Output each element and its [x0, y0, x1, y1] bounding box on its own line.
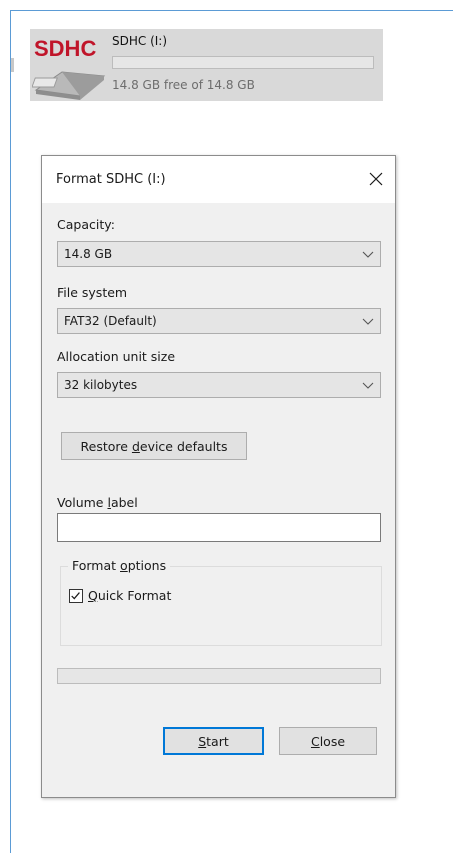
drive-name: SDHC (I:) — [112, 34, 168, 48]
volume-label-caption: Volume label — [57, 495, 138, 510]
file-system-select[interactable]: FAT32 (Default) — [57, 308, 381, 334]
close-icon[interactable] — [361, 164, 391, 194]
capacity-select[interactable]: 14.8 GB — [57, 241, 381, 267]
close-button[interactable]: Close — [279, 727, 377, 755]
start-button[interactable]: Start — [163, 727, 264, 755]
quick-format-label[interactable]: Quick Format — [88, 588, 171, 603]
file-system-value: FAT32 (Default) — [64, 314, 157, 328]
format-dialog: Format SDHC (I:) Capacity: 14.8 GB File … — [41, 155, 396, 798]
format-options-legend: Format options — [68, 558, 171, 573]
chevron-down-icon — [362, 382, 374, 389]
allocation-unit-select[interactable]: 32 kilobytes — [57, 372, 381, 398]
sd-card-drive-icon: SDHC — [32, 36, 106, 100]
allocation-unit-value: 32 kilobytes — [64, 378, 138, 392]
window-border-left — [10, 10, 11, 853]
volume-label-input[interactable] — [57, 513, 381, 542]
format-progress-bar — [57, 668, 381, 684]
quick-format-checkbox[interactable] — [69, 589, 83, 603]
chevron-down-icon — [362, 251, 374, 258]
dialog-title: Format SDHC (I:) — [56, 172, 166, 187]
checkmark-icon — [71, 592, 80, 600]
allocation-unit-label: Allocation unit size — [57, 349, 176, 364]
drive-tile[interactable]: SDHC SDHC (I:) 14.8 GB free of 14.8 GB — [30, 29, 383, 101]
capacity-label: Capacity: — [57, 217, 115, 232]
format-options-group — [60, 566, 382, 646]
drive-usage-bar — [112, 56, 374, 69]
restore-defaults-button[interactable]: Restore device defaults — [61, 432, 247, 460]
file-system-label: File system — [57, 285, 128, 300]
window-border-top — [10, 10, 453, 11]
sd-logo-text: SDHC — [34, 36, 96, 61]
capacity-value: 14.8 GB — [64, 247, 113, 261]
chevron-down-icon — [362, 318, 374, 325]
scroll-marker — [11, 58, 14, 72]
drive-free-space: 14.8 GB free of 14.8 GB — [112, 78, 255, 92]
dialog-titlebar[interactable]: Format SDHC (I:) — [42, 156, 395, 203]
